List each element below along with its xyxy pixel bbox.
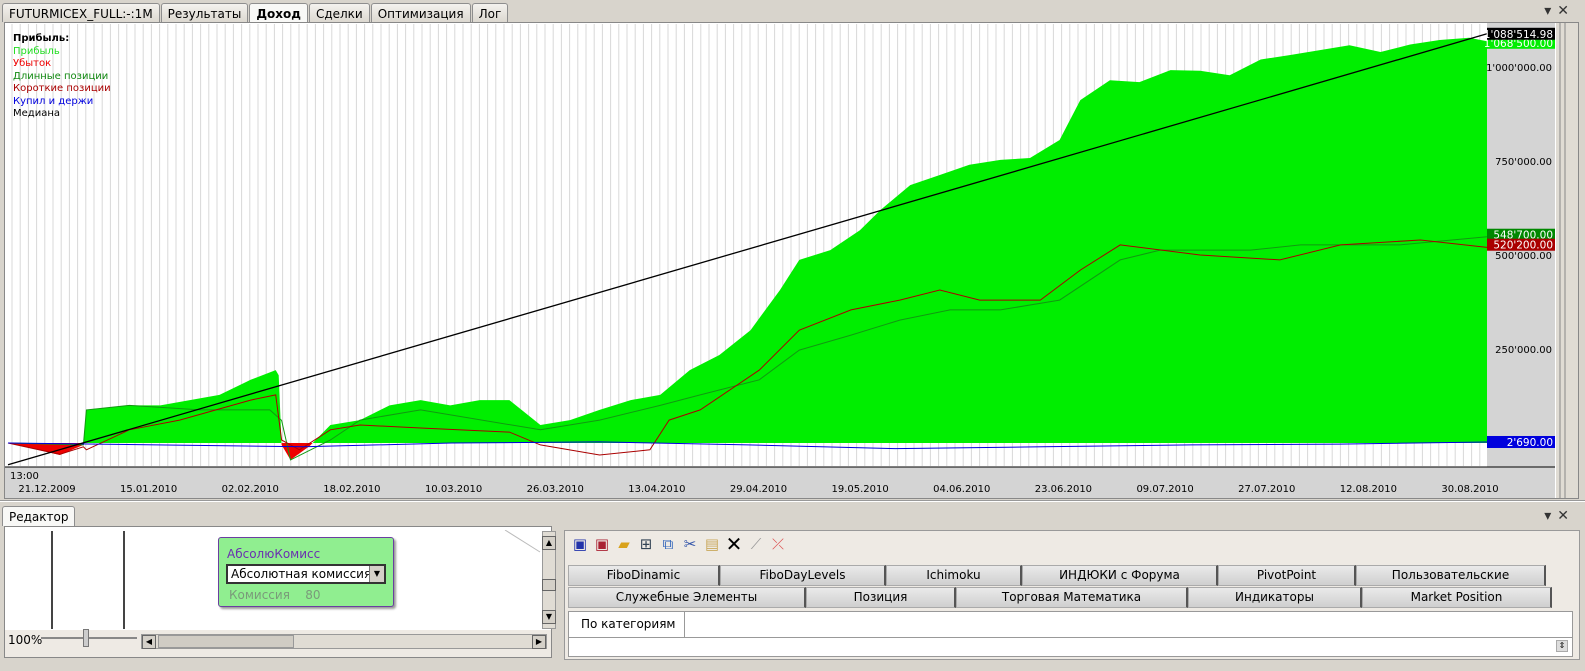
toolbox-panel: ▣ ▣ ▰ ⊞ ⧉ ✂ ▤ ✕ ⟋ ⤫ FiboDinamic FiboDayLevels Ich…: [564, 530, 1580, 660]
x-tick-label: 21.12.2009: [18, 484, 75, 495]
x-tick-label: 10.03.2010: [425, 484, 482, 495]
connect-icon[interactable]: ⟋: [745, 533, 767, 555]
last-value-text: 2'690.00: [1507, 437, 1553, 449]
tab-trading-math[interactable]: Торговая Математика: [956, 587, 1188, 608]
editor-hscroll[interactable]: ◀ ▶: [141, 634, 547, 649]
x-tick-label: 04.06.2010: [933, 484, 990, 495]
bottom-tabs: Редактор: [2, 506, 76, 526]
toolbox-tabs-row2: Служебные Элементы Позиция Торговая Мате…: [568, 587, 1552, 608]
y-tick-label: 750'000.00: [1495, 157, 1552, 168]
select-value: Абсолютная комиссия: [231, 567, 372, 581]
x-tick-label: 18.02.2010: [323, 484, 380, 495]
x-tick-label: 30.08.2010: [1441, 484, 1498, 495]
legend-title: Прибыль:: [13, 33, 70, 44]
last-value-text: 1'088'514.98: [1484, 29, 1553, 41]
x-tick-label: 29.04.2010: [730, 484, 787, 495]
tab-editor[interactable]: Редактор: [2, 506, 76, 526]
param-label: Комиссия: [229, 588, 290, 602]
paste-icon[interactable]: ▤: [701, 533, 723, 555]
toolbox-tabs-row1: FiboDinamic FiboDayLevels Ichimoku ИНДЮК…: [568, 565, 1546, 586]
tab-forum-indicators[interactable]: ИНДЮКИ с Форума: [1022, 565, 1218, 586]
legend-item-loss: Убыток: [13, 58, 52, 69]
scroll-thumb[interactable]: [542, 579, 556, 591]
legend-item-long: Длинные позиции: [13, 70, 109, 82]
chart-scroll-strip[interactable]: [1556, 23, 1578, 498]
tab-position[interactable]: Позиция: [806, 587, 956, 608]
zoom-slider[interactable]: [41, 637, 137, 639]
commission-node[interactable]: АбсолюКомисс Абсолютная комиссия ▼ Комисс…: [218, 537, 394, 607]
scroll-left-icon[interactable]: ◀: [142, 635, 156, 649]
tab-fibodaylevels[interactable]: FiboDayLevels: [720, 565, 886, 586]
copy-icon[interactable]: ⧉: [657, 533, 679, 555]
tab-by-category[interactable]: По категориям: [569, 612, 685, 637]
zoom-slider-thumb[interactable]: [83, 629, 89, 647]
sort-icon[interactable]: ⇕: [1556, 640, 1568, 652]
scroll-right-icon[interactable]: ▶: [532, 635, 546, 649]
legend-item-profit: Прибыль: [13, 45, 60, 57]
x-tick-label: 13.04.2010: [628, 484, 685, 495]
zoom-level: 100%: [8, 633, 43, 647]
chevron-down-icon[interactable]: ▼: [369, 566, 384, 582]
delete-icon[interactable]: ✕: [723, 533, 745, 555]
node-title: АбсолюКомисс: [227, 547, 321, 561]
x-tick-label: 02.02.2010: [222, 484, 279, 495]
commission-type-select[interactable]: Абсолютная комиссия ▼: [226, 564, 386, 584]
x-tick-label: 19.05.2010: [832, 484, 889, 495]
tab-market-position[interactable]: Market Position: [1362, 587, 1552, 608]
editor-window-buttons: ▾✕: [1544, 508, 1575, 524]
chart-legend: Прибыль: Прибыль Убыток Длинные позиции …: [13, 33, 111, 121]
grid-icon[interactable]: ⊞: [635, 533, 657, 555]
tab-custom[interactable]: Пользовательские: [1356, 565, 1546, 586]
x-tick-label: 23.06.2010: [1035, 484, 1092, 495]
income-chart[interactable]: 250'000.00 500'000.00 750'000.00 1'000'000.…: [0, 0, 1585, 500]
save-as-icon[interactable]: ▣: [591, 533, 613, 555]
open-folder-icon[interactable]: ▰: [613, 533, 635, 555]
tab-indicators[interactable]: Индикаторы: [1188, 587, 1362, 608]
tab-fibodinamic[interactable]: FiboDinamic: [568, 565, 720, 586]
y-tick-label: 250'000.00: [1495, 345, 1552, 356]
legend-item-buyhold: Купил и держи: [13, 95, 94, 107]
tab-pivotpoint[interactable]: PivotPoint: [1218, 565, 1356, 586]
x-tick-label: 27.07.2010: [1238, 484, 1295, 495]
save-icon[interactable]: ▣: [569, 533, 591, 555]
x-tick-label: 26.03.2010: [527, 484, 584, 495]
cut-icon[interactable]: ✂: [679, 533, 701, 555]
last-value-text: 520'200.00: [1493, 240, 1553, 252]
tab-service-elements[interactable]: Служебные Элементы: [568, 587, 806, 608]
dropdown-icon[interactable]: ▾: [1544, 508, 1557, 524]
close-icon[interactable]: ✕: [1557, 508, 1575, 524]
y-tick-label: 1'000'000.00: [1486, 63, 1552, 74]
disconnect-icon[interactable]: ⤫: [767, 533, 789, 555]
x-tick-label: 09.07.2010: [1136, 484, 1193, 495]
hscroll-thumb[interactable]: [158, 635, 294, 648]
legend-item-median: Медиана: [13, 108, 60, 119]
tab-ichimoku[interactable]: Ichimoku: [886, 565, 1022, 586]
param-value: 80: [305, 588, 321, 602]
time-label: 13:00: [10, 471, 39, 482]
x-tick-label: 12.08.2010: [1340, 484, 1397, 495]
x-tick-label: 15.01.2010: [120, 484, 177, 495]
y-tick-label: 500'000.00: [1495, 251, 1552, 262]
legend-item-short: Короткие позиции: [13, 83, 111, 94]
property-grid: По категориям ⇕: [568, 611, 1573, 657]
series-marks: [7, 33, 1488, 466]
scroll-down-icon[interactable]: ▼: [542, 610, 556, 624]
x-tick-labels: 21.12.2009 15.01.2010 02.02.2010 18.02.2010…: [18, 484, 1498, 495]
toolbar: ▣ ▣ ▰ ⊞ ⧉ ✂ ▤ ✕ ⟋ ⤫: [569, 533, 789, 557]
